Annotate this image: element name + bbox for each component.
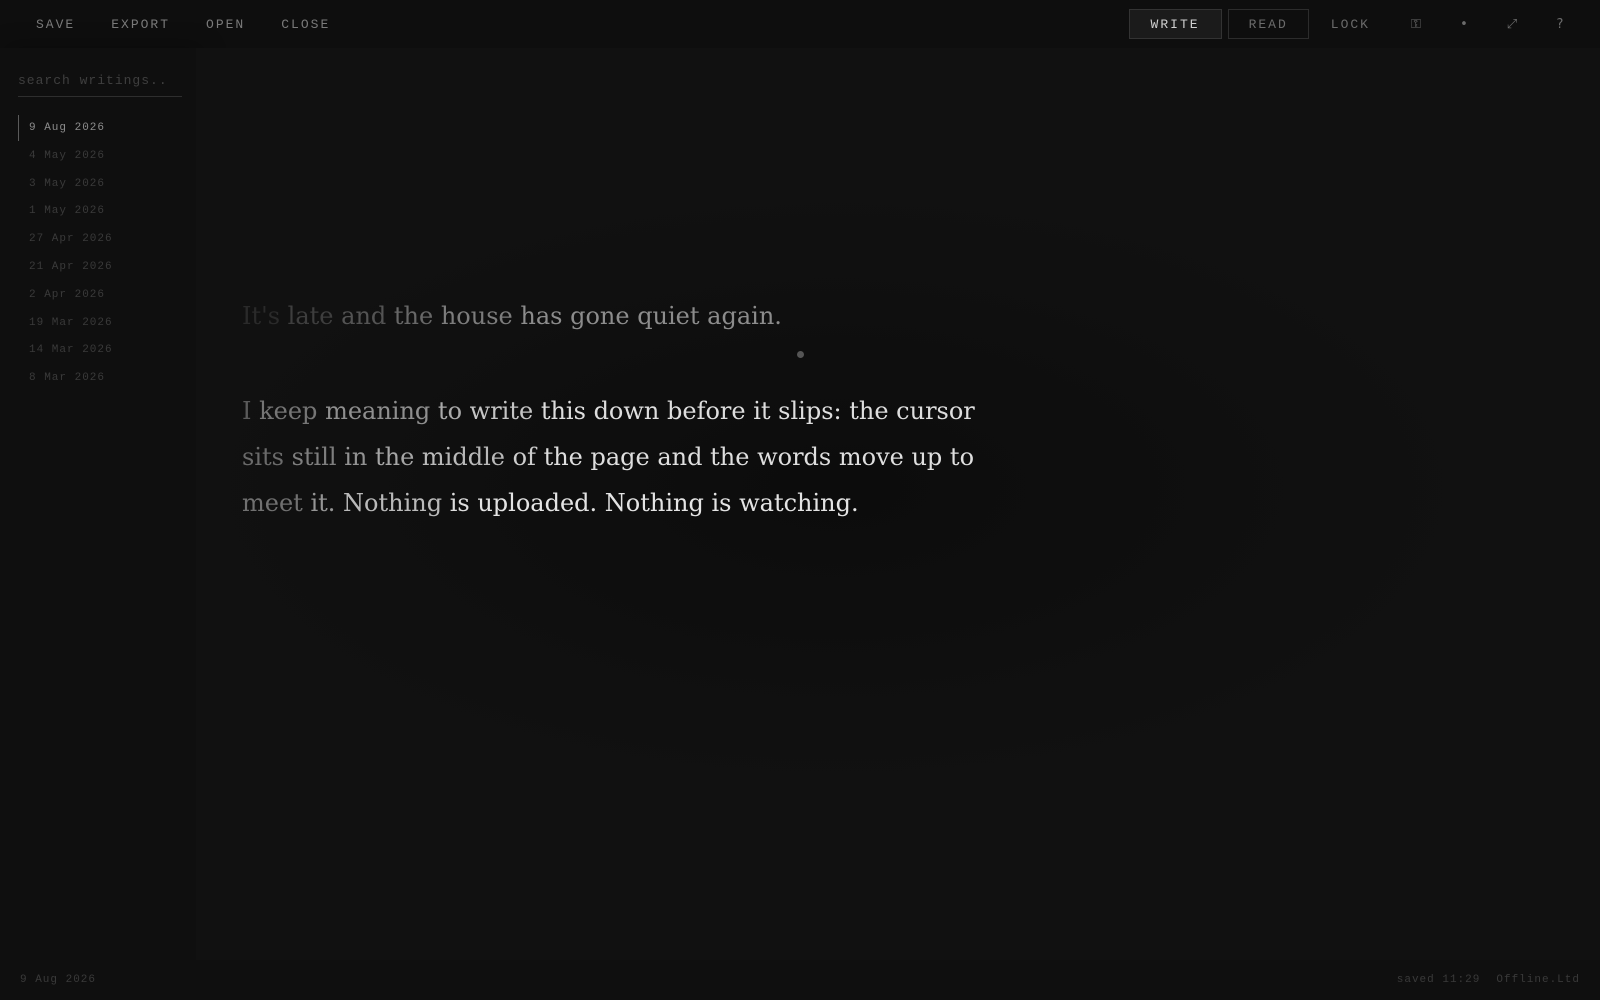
paragraph-divider-dot [797,351,804,358]
export-button[interactable]: EXPORT [93,17,188,32]
sidebar: 9 Aug 2026 4 May 2026 3 May 2026 1 May 2… [0,48,196,960]
list-item[interactable]: 4 May 2026 [18,142,188,170]
file-menu: SAVE EXPORT OPEN CLOSE [18,0,348,48]
read-mode-button[interactable]: READ [1227,9,1309,39]
list-item[interactable]: 27 Apr 2026 [18,225,188,253]
list-item[interactable]: 1 May 2026 [18,198,188,226]
open-button[interactable]: OPEN [188,17,263,32]
list-item[interactable]: 14 Mar 2026 [18,337,188,365]
text-line: I keep meaning to write this down before… [242,397,975,425]
list-item[interactable]: 8 Mar 2026 [18,364,188,392]
list-item[interactable]: 21 Apr 2026 [18,253,188,281]
current-paragraph: I keep meaning to write this down before… [242,388,975,526]
mode-controls: WRITE READ LOCK ⚿ • ⤢ ? [1123,0,1584,48]
status-right: saved 11:29 Offline.Ltd [1397,974,1580,986]
save-status: saved 11:29 [1396,974,1481,986]
search-input[interactable] [18,66,182,94]
entry-list: 9 Aug 2026 4 May 2026 3 May 2026 1 May 2… [18,114,188,392]
help-icon[interactable]: ? [1536,9,1584,39]
brand-label: Offline.Ltd [1496,974,1580,986]
search-box [18,66,182,97]
writing-area[interactable]: It's late and the house has gone quiet a… [196,48,1600,960]
top-toolbar: SAVE EXPORT OPEN CLOSE WRITE READ LOCK ⚿… [0,0,1600,48]
save-button[interactable]: SAVE [18,17,93,32]
list-item[interactable]: 9 Aug 2026 [18,115,188,141]
key-icon[interactable]: ⚿ [1392,9,1440,39]
dot-icon[interactable]: • [1440,9,1488,39]
previous-paragraph: It's late and the house has gone quiet a… [242,302,782,330]
status-bar: 9 Aug 2026 saved 11:29 Offline.Ltd [0,960,1600,1000]
text-line: sits still in the middle of the page and… [242,443,975,471]
expand-icon[interactable]: ⤢ [1488,9,1536,39]
close-button[interactable]: CLOSE [263,17,348,32]
lock-button[interactable]: LOCK [1309,17,1392,32]
current-entry-date: 9 Aug 2026 [20,974,97,986]
write-mode-button[interactable]: WRITE [1128,9,1222,39]
list-item[interactable]: 2 Apr 2026 [18,281,188,309]
list-item[interactable]: 3 May 2026 [18,170,188,198]
list-item[interactable]: 19 Mar 2026 [18,309,188,337]
text-line: meet it. Nothing is uploaded. Nothing is… [242,489,859,517]
